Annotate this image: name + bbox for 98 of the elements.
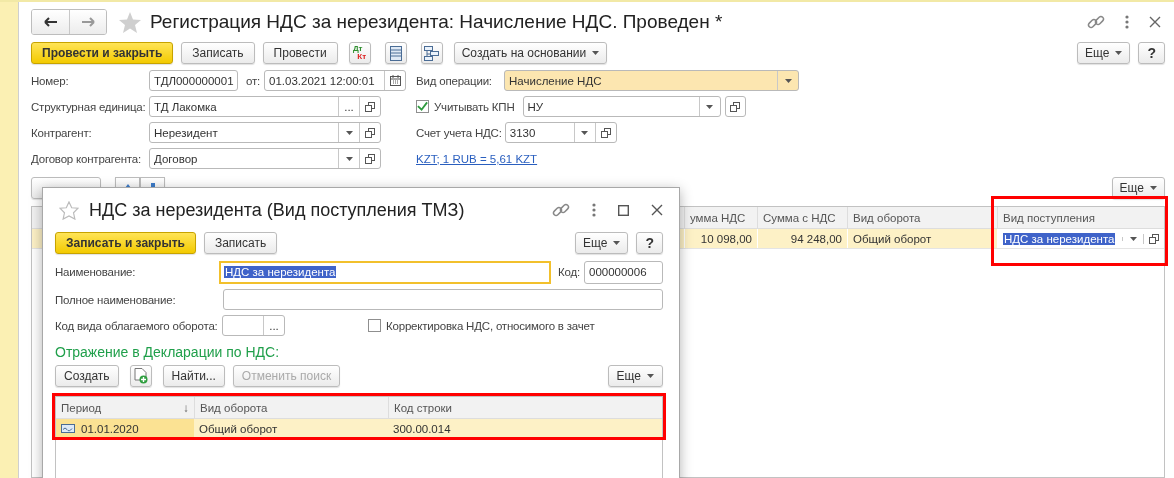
full-name-field[interactable] bbox=[223, 289, 663, 310]
name-field[interactable]: НДС за нерезидента bbox=[219, 260, 551, 284]
column-header[interactable]: умма НДС bbox=[684, 207, 757, 228]
open-icon bbox=[365, 153, 375, 164]
star-icon[interactable] bbox=[119, 11, 141, 33]
save-button[interactable]: Записать bbox=[181, 42, 255, 64]
more-button[interactable]: Еще bbox=[1077, 42, 1131, 64]
vat-account-label: Счет учета НДС: bbox=[416, 126, 502, 139]
date-field[interactable]: 01.03.2021 12:00:01 bbox=[264, 70, 406, 91]
maximize-icon[interactable] bbox=[618, 204, 629, 216]
contract-field[interactable]: Договор bbox=[149, 148, 381, 169]
create-button[interactable]: Создать bbox=[55, 365, 119, 387]
help-button[interactable]: ? bbox=[636, 232, 663, 254]
exchange-rate-link[interactable]: KZT; 1 RUB = 5,61 KZT bbox=[416, 152, 538, 165]
choice-button[interactable]: ... bbox=[263, 316, 284, 335]
structure-button[interactable] bbox=[420, 42, 443, 64]
column-header[interactable]: Сумма с НДС bbox=[757, 207, 847, 228]
link-icon[interactable] bbox=[1087, 13, 1105, 31]
name-label: Наименование: bbox=[55, 266, 137, 278]
table-cell: 10 098,00 bbox=[684, 229, 757, 248]
turnover-code-field[interactable]: ... bbox=[222, 315, 285, 336]
caret-icon bbox=[784, 78, 792, 83]
add-document-icon bbox=[133, 368, 148, 384]
column-header[interactable]: Вид поступления bbox=[997, 207, 1164, 228]
more-button[interactable]: Еще bbox=[575, 232, 629, 254]
close-icon[interactable] bbox=[651, 204, 663, 216]
code-field[interactable]: 000000006 bbox=[584, 260, 663, 284]
number-field[interactable]: ТДЛ000000001 bbox=[149, 70, 238, 91]
column-header[interactable]: Период ↓ bbox=[56, 397, 194, 418]
table-cell-text: 300.00.014 bbox=[392, 421, 452, 437]
section-title: Отражение в Декларации по НДС: bbox=[55, 344, 281, 360]
save-button[interactable]: Записать bbox=[203, 232, 278, 254]
open-icon bbox=[1149, 233, 1159, 244]
back-arrow-icon bbox=[43, 17, 58, 27]
list-icon bbox=[389, 45, 402, 61]
caret-icon bbox=[613, 241, 621, 245]
debit-credit-button[interactable]: Дт Кт bbox=[348, 42, 371, 64]
turnover-code-label: Код вида облагаемого оборота: bbox=[55, 319, 219, 332]
calendar-icon bbox=[389, 75, 401, 86]
receipt-type-field[interactable]: НДС за нерезидента bbox=[997, 229, 1164, 248]
caret-icon bbox=[1129, 236, 1137, 241]
help-button[interactable]: ? bbox=[1138, 42, 1165, 64]
close-icon[interactable] bbox=[1149, 16, 1161, 28]
caret-icon bbox=[647, 374, 654, 378]
caret-icon bbox=[1115, 51, 1123, 55]
link-icon[interactable] bbox=[552, 201, 570, 219]
create-based-on-button[interactable]: Создать на основании bbox=[453, 42, 608, 64]
kpn-checkbox[interactable] bbox=[416, 100, 429, 113]
kpn-label: Учитывать КПН bbox=[434, 100, 515, 113]
table-more-button[interactable]: Еще bbox=[1111, 176, 1165, 199]
column-header[interactable]: Вид оборота bbox=[194, 397, 388, 418]
more-icon[interactable] bbox=[1125, 15, 1129, 29]
caret-icon bbox=[581, 130, 589, 135]
unit-field[interactable]: ТД Лакомка ... bbox=[149, 96, 381, 117]
unit-label: Структурная единица: bbox=[31, 100, 147, 113]
save-and-close-button[interactable]: Записать и закрыть bbox=[55, 232, 196, 254]
kpn-field[interactable]: НУ bbox=[522, 96, 721, 117]
more-icon[interactable] bbox=[592, 203, 596, 217]
back-button[interactable] bbox=[32, 10, 69, 34]
add-copy-button[interactable] bbox=[129, 365, 152, 387]
vat-correction-label: Корректировка НДС, относимого в зачет bbox=[386, 319, 595, 332]
caret-icon bbox=[706, 104, 713, 109]
vat-correction-checkbox[interactable] bbox=[368, 319, 381, 332]
list-more-button[interactable]: Еще bbox=[607, 365, 663, 387]
date-label: от: bbox=[246, 74, 260, 87]
column-header[interactable]: Вид оборота bbox=[847, 207, 997, 228]
record-icon bbox=[61, 424, 75, 433]
open-icon bbox=[365, 127, 375, 138]
find-button[interactable]: Найти... bbox=[162, 365, 225, 387]
caret-icon bbox=[1150, 185, 1157, 190]
dialog-title: НДС за нерезидента (Вид поступления ТМЗ) bbox=[89, 199, 465, 221]
operation-label: Вид операции: bbox=[416, 74, 493, 87]
post-button[interactable]: Провести bbox=[262, 42, 338, 64]
forward-arrow-icon bbox=[81, 17, 95, 27]
counterparty-field[interactable]: Нерезидент bbox=[149, 122, 381, 143]
contract-label: Договор контрагента: bbox=[31, 152, 142, 165]
full-name-label: Полное наименование: bbox=[55, 293, 177, 306]
open-icon bbox=[600, 127, 611, 138]
table-cell: 94 248,00 bbox=[757, 229, 847, 248]
counterparty-label: Контрагент: bbox=[31, 126, 93, 139]
window-title: Регистрация НДС за нерезидента: Начисление НДС. Проведен * bbox=[150, 11, 723, 33]
caret-icon bbox=[345, 130, 353, 135]
vat-account-field[interactable]: 3130 bbox=[504, 122, 617, 143]
list-button[interactable] bbox=[384, 42, 407, 64]
table-cell-text: Общий оборот bbox=[198, 421, 279, 437]
structure-icon bbox=[424, 45, 440, 61]
caret-icon bbox=[345, 156, 353, 161]
open-icon bbox=[730, 101, 740, 112]
open-icon bbox=[365, 101, 375, 112]
code-label: Код: bbox=[558, 266, 581, 278]
open-button[interactable] bbox=[724, 96, 746, 117]
star-icon[interactable] bbox=[59, 200, 79, 220]
post-and-close-button[interactable]: Провести и закрыть bbox=[31, 42, 174, 64]
number-label: Номер: bbox=[31, 74, 70, 87]
column-header[interactable]: Код строки bbox=[388, 397, 662, 418]
choice-button[interactable]: ... bbox=[338, 97, 359, 116]
operation-field[interactable]: Начисление НДС bbox=[504, 70, 799, 91]
caret-icon bbox=[592, 51, 600, 55]
